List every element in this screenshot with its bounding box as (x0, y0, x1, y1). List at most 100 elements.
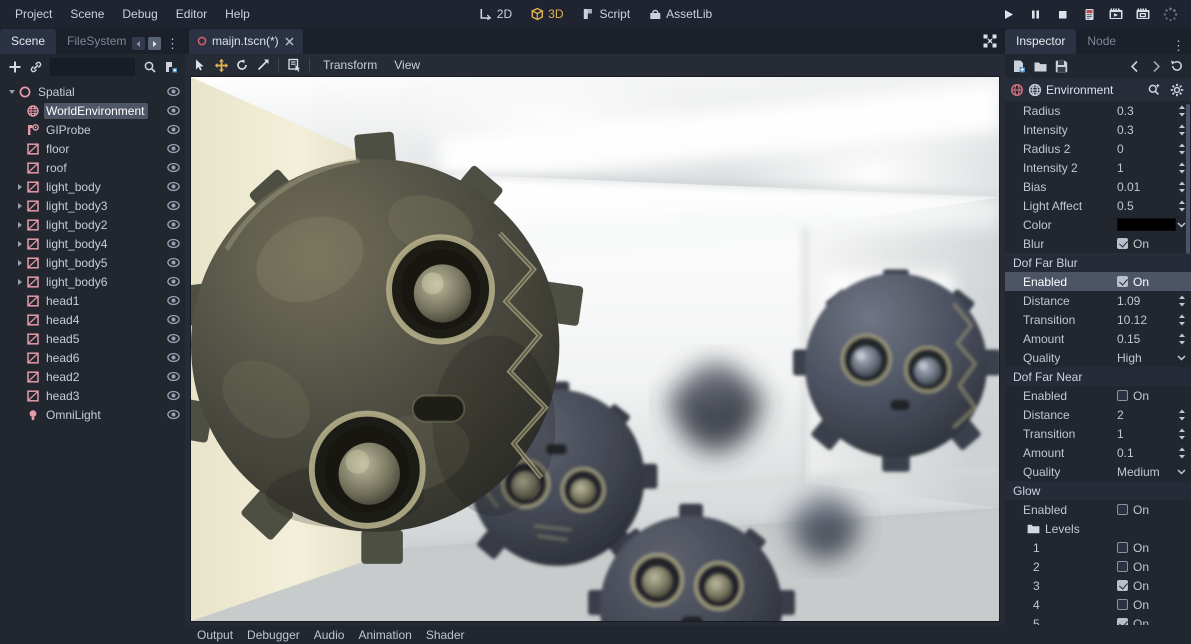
chevron-right-icon[interactable] (14, 221, 26, 228)
property-list[interactable]: Radius 0.3 Intensity 0.3 Radius 2 0 Intensi… (1005, 101, 1191, 625)
property-value-control[interactable]: 0.01 (1117, 180, 1187, 194)
checkbox-unchecked-icon[interactable] (1117, 599, 1128, 610)
checkbox-unchecked-icon[interactable] (1117, 390, 1128, 401)
spinner-arrows-icon[interactable] (1177, 313, 1187, 327)
chevron-right-icon[interactable] (14, 278, 26, 285)
chevron-down-icon[interactable] (1176, 219, 1187, 230)
property-value-control[interactable]: 10.12 (1117, 313, 1187, 327)
property-transition[interactable]: Transition 10.12 (1005, 310, 1191, 329)
property-category-dof-far-near[interactable]: Dof Far Near (1005, 367, 1191, 386)
visibility-toggle-icon[interactable] (166, 122, 181, 137)
spinner-arrows-icon[interactable] (1177, 199, 1187, 213)
property-value-control[interactable]: 1.09 (1117, 294, 1187, 308)
script-create-icon[interactable] (161, 58, 180, 77)
property-value-control[interactable]: On (1117, 503, 1187, 517)
property-quality[interactable]: Quality Medium (1005, 462, 1191, 481)
visibility-toggle-icon[interactable] (166, 160, 181, 175)
pause-button[interactable] (1022, 3, 1048, 25)
spinner-arrows-icon[interactable] (1177, 180, 1187, 194)
bottom-tab-animation[interactable]: Animation (351, 626, 418, 644)
checkbox-unchecked-icon[interactable] (1117, 542, 1128, 553)
mode-tab-2d[interactable]: 2D (471, 4, 520, 24)
menu-editor[interactable]: Editor (167, 3, 216, 25)
property-value-control[interactable]: On (1117, 617, 1187, 625)
tab-prev-button[interactable] (132, 37, 145, 50)
chevron-down-icon[interactable] (1176, 466, 1187, 477)
move-mode-icon[interactable] (211, 56, 231, 75)
transform-menu[interactable]: Transform (315, 55, 385, 75)
visibility-toggle-icon[interactable] (166, 350, 181, 365)
visibility-toggle-icon[interactable] (166, 274, 181, 289)
property-intensity[interactable]: Intensity 0.3 (1005, 120, 1191, 139)
tab-next-button[interactable] (148, 37, 161, 50)
bottom-tab-shader[interactable]: Shader (419, 626, 472, 644)
tree-item-head3[interactable]: head3 (0, 386, 185, 405)
new-resource-icon[interactable] (1010, 57, 1029, 76)
menu-scene[interactable]: Scene (61, 3, 113, 25)
property-5[interactable]: 5 On (1005, 614, 1191, 625)
menu-debug[interactable]: Debug (113, 3, 166, 25)
chevron-right-icon[interactable] (14, 240, 26, 247)
spinner-arrows-icon[interactable] (1177, 161, 1187, 175)
stop-button[interactable] (1049, 3, 1075, 25)
select-mode-icon[interactable] (190, 56, 210, 75)
property-distance[interactable]: Distance 2 (1005, 405, 1191, 424)
play-custom-scene-2-button[interactable] (1130, 3, 1156, 25)
property-enabled[interactable]: Enabled On (1005, 386, 1191, 405)
tree-item-head1[interactable]: head1 (0, 291, 185, 310)
property-bias[interactable]: Bias 0.01 (1005, 177, 1191, 196)
property-value-control[interactable]: On (1117, 560, 1187, 574)
spinner-arrows-icon[interactable] (1177, 427, 1187, 441)
dock-tab-inspector[interactable]: Inspector (1005, 29, 1077, 54)
visibility-toggle-icon[interactable] (166, 331, 181, 346)
tree-item-omnilight[interactable]: OmniLight (0, 405, 185, 424)
property-value-control[interactable]: 0.3 (1117, 123, 1187, 137)
mode-tab-3d[interactable]: 3D (522, 4, 571, 24)
scale-mode-icon[interactable] (253, 56, 273, 75)
dock-tab-scene[interactable]: Scene (0, 29, 57, 54)
property-light-affect[interactable]: Light Affect 0.5 (1005, 196, 1191, 215)
tree-item-head2[interactable]: head2 (0, 367, 185, 386)
rotate-mode-icon[interactable] (232, 56, 252, 75)
3d-viewport[interactable] (190, 76, 1000, 622)
inspector-menu-button[interactable]: ⋮ (1170, 39, 1187, 52)
object-menu-icon[interactable] (1167, 80, 1186, 99)
visibility-toggle-icon[interactable] (166, 179, 181, 194)
history-back-icon[interactable] (1125, 57, 1144, 76)
property-enabled[interactable]: Enabled On (1005, 272, 1191, 291)
view-menu[interactable]: View (386, 55, 428, 75)
history-icon[interactable] (1167, 57, 1186, 76)
spinner-arrows-icon[interactable] (1177, 123, 1187, 137)
property-value-control[interactable]: 0 (1117, 142, 1187, 156)
tree-item-light_body4[interactable]: light_body4 (0, 234, 185, 253)
menu-project[interactable]: Project (6, 3, 61, 25)
property-value-control[interactable]: On (1117, 598, 1187, 612)
property-value-control[interactable]: 0.3 (1117, 104, 1187, 118)
load-resource-icon[interactable] (1031, 57, 1050, 76)
property-1[interactable]: 1 On (1005, 538, 1191, 557)
property-value-control[interactable] (1117, 218, 1187, 231)
property-2[interactable]: 2 On (1005, 557, 1191, 576)
property-value-control[interactable]: On (1117, 579, 1187, 593)
dock-tab-filesystem[interactable]: FileSystem (56, 29, 137, 54)
expand-viewport-icon[interactable] (982, 33, 998, 49)
property-value-control[interactable]: 2 (1117, 408, 1187, 422)
list-select-icon[interactable] (284, 56, 304, 75)
property-category-dof-far-blur[interactable]: Dof Far Blur (1005, 253, 1191, 272)
spinner-arrows-icon[interactable] (1177, 104, 1187, 118)
add-node-icon[interactable] (5, 58, 24, 77)
mode-tab-assetlib[interactable]: AssetLib (640, 4, 720, 24)
property-value-control[interactable]: 1 (1117, 161, 1187, 175)
menu-help[interactable]: Help (216, 3, 259, 25)
visibility-toggle-icon[interactable] (166, 84, 181, 99)
close-icon[interactable] (284, 36, 295, 47)
property-value-control[interactable]: On (1117, 389, 1187, 403)
property-quality[interactable]: Quality High (1005, 348, 1191, 367)
visibility-toggle-icon[interactable] (166, 217, 181, 232)
property-value-control[interactable]: On (1117, 237, 1187, 251)
property-radius[interactable]: Radius 0.3 (1005, 101, 1191, 120)
visibility-toggle-icon[interactable] (166, 293, 181, 308)
visibility-toggle-icon[interactable] (166, 103, 181, 118)
tree-item-head4[interactable]: head4 (0, 310, 185, 329)
tree-item-light_body5[interactable]: light_body5 (0, 253, 185, 272)
